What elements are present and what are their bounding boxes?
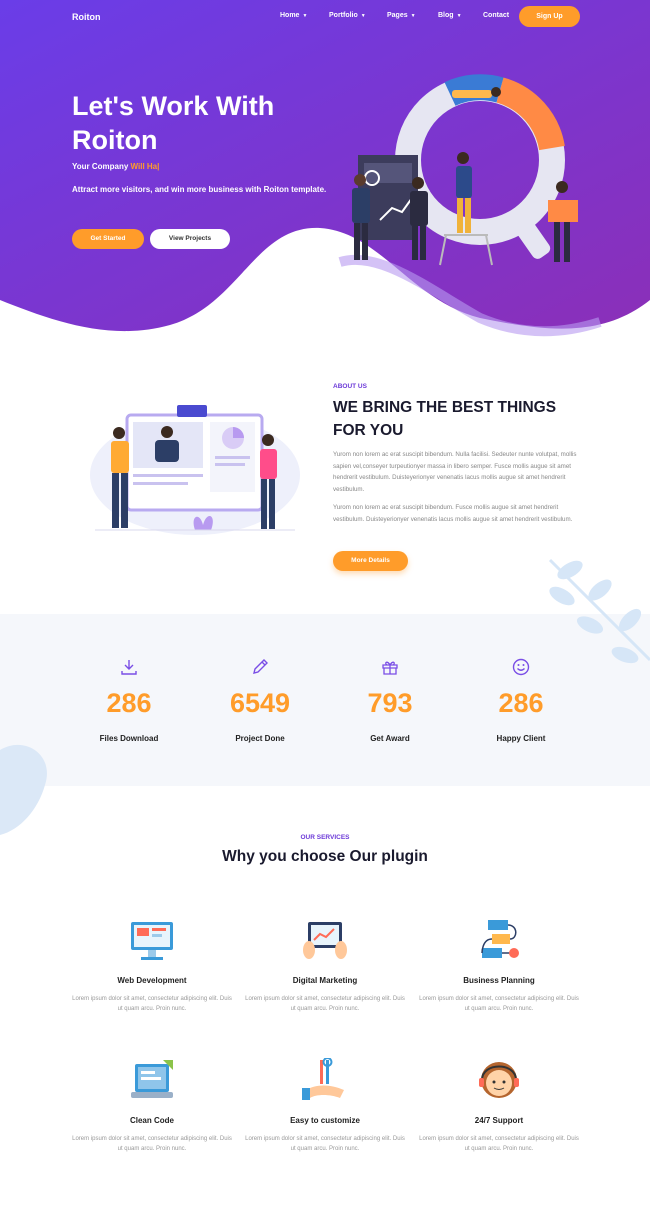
stat-value: 286 <box>498 688 544 718</box>
services-tag: OUR SERVICES <box>300 834 350 841</box>
nav-item-portfolio[interactable]: Portfolio ▼ <box>329 12 366 19</box>
nav-item-blog[interactable]: Blog ▼ <box>438 12 462 19</box>
hero-company-line: Your Company Will Ha| <box>72 162 160 171</box>
service-name: Business Planning <box>463 976 535 985</box>
nav-item-pages[interactable]: Pages ▼ <box>387 12 416 19</box>
navbar: Roiton Home ▼ Portfolio ▼ Pages ▼ Blog ▼ Con… <box>0 6 650 28</box>
stat-value: 286 <box>106 688 152 718</box>
code-laptop-icon <box>131 1060 173 1098</box>
more-details-button[interactable]: More Details <box>333 551 408 571</box>
service-name: Clean Code <box>129 1116 174 1125</box>
service-name: 24/7 Support <box>474 1116 524 1125</box>
hero-illustration <box>352 74 578 266</box>
service-name: Web Development <box>117 976 187 985</box>
view-projects-button[interactable]: View Projects <box>150 229 230 249</box>
service-description: Lorem ipsum dolor sit amet, consectetur … <box>72 1136 232 1152</box>
blob-decoration <box>0 744 47 835</box>
chevron-down-icon: ▼ <box>360 13 366 19</box>
tools-hand-icon <box>302 1058 344 1100</box>
leaf-decoration <box>548 558 650 664</box>
nav-item-contact[interactable]: Contact <box>483 12 509 19</box>
about-title: WE BRING THE BEST THINGS FOR YOU <box>333 399 557 439</box>
about-illustration <box>90 405 300 535</box>
hero-title: Let's Work With Roiton <box>72 91 275 155</box>
stat-value: 6549 <box>229 688 291 718</box>
monitor-icon <box>131 922 173 960</box>
about-paragraph: Yurom non lorem ac erat suscipit bibendu… <box>333 504 573 523</box>
stat-label: Happy Client <box>496 734 546 743</box>
gift-icon <box>382 661 398 675</box>
service-description: Lorem ipsum dolor sit amet, consectetur … <box>419 996 579 1012</box>
hero-section: Roiton Home ▼ Portfolio ▼ Pages ▼ Blog ▼ Con… <box>0 0 650 340</box>
service-description: Lorem ipsum dolor sit amet, consectetur … <box>245 996 405 1012</box>
hero-description: Attract more visitors, and win more busi… <box>72 185 327 194</box>
stat-value: 793 <box>367 688 413 718</box>
tablet-chart-icon <box>303 922 347 959</box>
service-description: Lorem ipsum dolor sit amet, consectetur … <box>72 996 232 1012</box>
nav-item-home[interactable]: Home ▼ <box>280 12 307 19</box>
smile-icon <box>512 658 530 676</box>
signup-button[interactable]: Sign Up <box>519 6 580 27</box>
stat-label: Get Award <box>370 734 410 743</box>
about-tag: ABOUT US <box>333 383 367 390</box>
services-title: Why you choose Our plugin <box>222 848 428 865</box>
pencil-icon <box>253 659 268 674</box>
service-name: Easy to customize <box>290 1116 360 1125</box>
chevron-down-icon: ▼ <box>410 13 416 19</box>
stat-label: Project Done <box>235 734 285 743</box>
stat-label: Files Download <box>99 734 159 743</box>
service-name: Digital Marketing <box>292 976 358 985</box>
chevron-down-icon: ▼ <box>302 13 308 19</box>
logo[interactable]: Roiton <box>72 12 101 22</box>
get-started-button[interactable]: Get Started <box>72 229 144 249</box>
service-description: Lorem ipsum dolor sit amet, consectetur … <box>245 1136 405 1152</box>
flowchart-icon <box>481 920 519 958</box>
download-icon <box>121 660 137 675</box>
about-paragraph: Yurom non lorem ac erat suscipit bibendu… <box>333 451 577 493</box>
support-agent-icon <box>479 1062 519 1098</box>
service-description: Lorem ipsum dolor sit amet, consectetur … <box>419 1136 579 1152</box>
chevron-down-icon: ▼ <box>456 13 462 19</box>
